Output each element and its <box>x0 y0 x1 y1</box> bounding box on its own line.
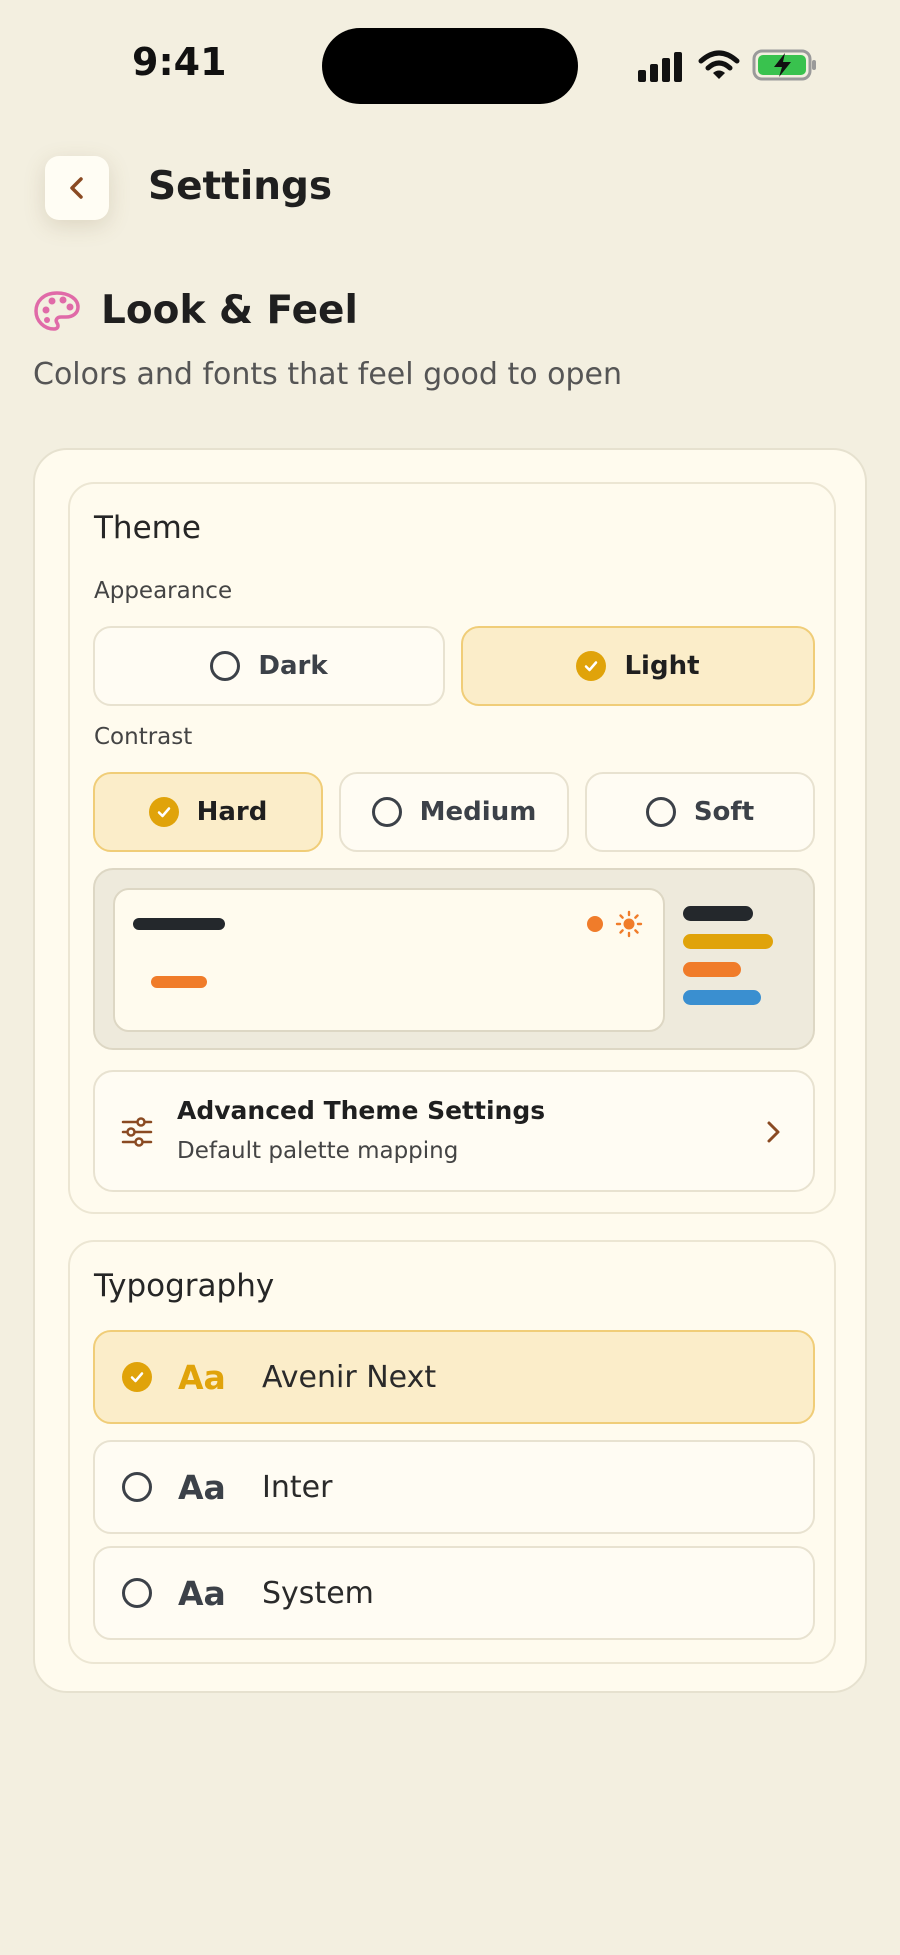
typography-title: Typography <box>94 1268 275 1304</box>
appearance-option-dark[interactable]: Dark <box>93 626 445 706</box>
contrast-option-hard[interactable]: Hard <box>93 772 323 852</box>
font-option-avenir-next[interactable]: Aa Avenir Next <box>93 1330 815 1424</box>
appearance-option-label: Dark <box>258 651 328 681</box>
advanced-theme-settings-row[interactable]: Advanced Theme Settings Default palette … <box>93 1070 815 1192</box>
checkmark-icon <box>585 661 598 672</box>
typography-card: Typography Aa Avenir Next Aa Inter Aa Sy… <box>68 1240 836 1664</box>
cellular-signal-icon <box>638 50 686 82</box>
dynamic-island <box>322 28 578 104</box>
radio-checked-icon <box>122 1362 152 1392</box>
contrast-option-label: Soft <box>693 797 755 827</box>
look-and-feel-card: Theme Appearance Dark Light Contrast Har… <box>33 448 867 1693</box>
contrast-option-label: Medium <box>419 797 537 827</box>
wifi-icon <box>698 50 740 79</box>
chevron-right-icon <box>767 1121 780 1143</box>
palette-swatch-yellow <box>683 934 773 949</box>
appearance-option-light[interactable]: Light <box>461 626 815 706</box>
contrast-option-label: Hard <box>196 797 268 827</box>
navigation-header: Settings <box>0 130 900 250</box>
contrast-option-soft[interactable]: Soft <box>585 772 815 852</box>
palette-icon <box>34 290 80 331</box>
palette-swatch-dark <box>683 906 753 921</box>
sun-icon <box>615 910 643 938</box>
section-subtitle: Colors and fonts that feel good to open <box>33 357 622 392</box>
status-bar: 9:41 <box>0 0 900 130</box>
section-title: Look & Feel <box>101 288 358 333</box>
font-name: Avenir Next <box>262 1359 437 1395</box>
font-option-system[interactable]: Aa System <box>93 1546 815 1640</box>
appearance-option-label: Light <box>624 651 700 681</box>
palette-swatch-orange <box>683 962 741 977</box>
checkmark-icon <box>157 807 170 818</box>
preview-window <box>113 888 665 1032</box>
back-button[interactable] <box>45 156 109 220</box>
preview-heading-bar <box>133 918 225 930</box>
settings-page: 9:41 Settings Look & Feel Colors and fon… <box>0 0 900 1955</box>
battery-charging-icon <box>752 49 816 81</box>
advanced-settings-subtitle: Default palette mapping <box>177 1138 459 1164</box>
radio-unchecked-icon <box>122 1578 152 1608</box>
font-name: System <box>262 1575 374 1611</box>
preview-accent-bar <box>151 976 207 988</box>
contrast-label: Contrast <box>94 724 193 750</box>
sliders-icon <box>121 1117 153 1147</box>
page-title: Settings <box>148 164 333 209</box>
status-time: 9:41 <box>132 40 227 84</box>
appearance-label: Appearance <box>94 578 233 604</box>
contrast-option-medium[interactable]: Medium <box>339 772 569 852</box>
font-name: Inter <box>262 1469 333 1505</box>
font-sample: Aa <box>178 1573 226 1613</box>
theme-card: Theme Appearance Dark Light Contrast Har… <box>68 482 836 1214</box>
font-option-inter[interactable]: Aa Inter <box>93 1440 815 1534</box>
radio-checked-icon <box>148 797 179 827</box>
radio-unchecked-icon <box>645 797 676 827</box>
font-sample: Aa <box>178 1467 226 1507</box>
preview-dot <box>587 916 603 932</box>
radio-unchecked-icon <box>122 1472 152 1502</box>
section-header: Look & Feel <box>33 288 358 333</box>
advanced-settings-title: Advanced Theme Settings <box>177 1096 546 1125</box>
font-sample: Aa <box>178 1357 226 1397</box>
chevron-left-icon <box>70 177 83 199</box>
checkmark-icon <box>130 1372 144 1383</box>
radio-checked-icon <box>576 651 607 681</box>
radio-unchecked-icon <box>371 797 402 827</box>
palette-swatch-blue <box>683 990 761 1005</box>
radio-unchecked-icon <box>210 651 241 681</box>
theme-title: Theme <box>94 510 201 546</box>
theme-preview <box>93 868 815 1050</box>
